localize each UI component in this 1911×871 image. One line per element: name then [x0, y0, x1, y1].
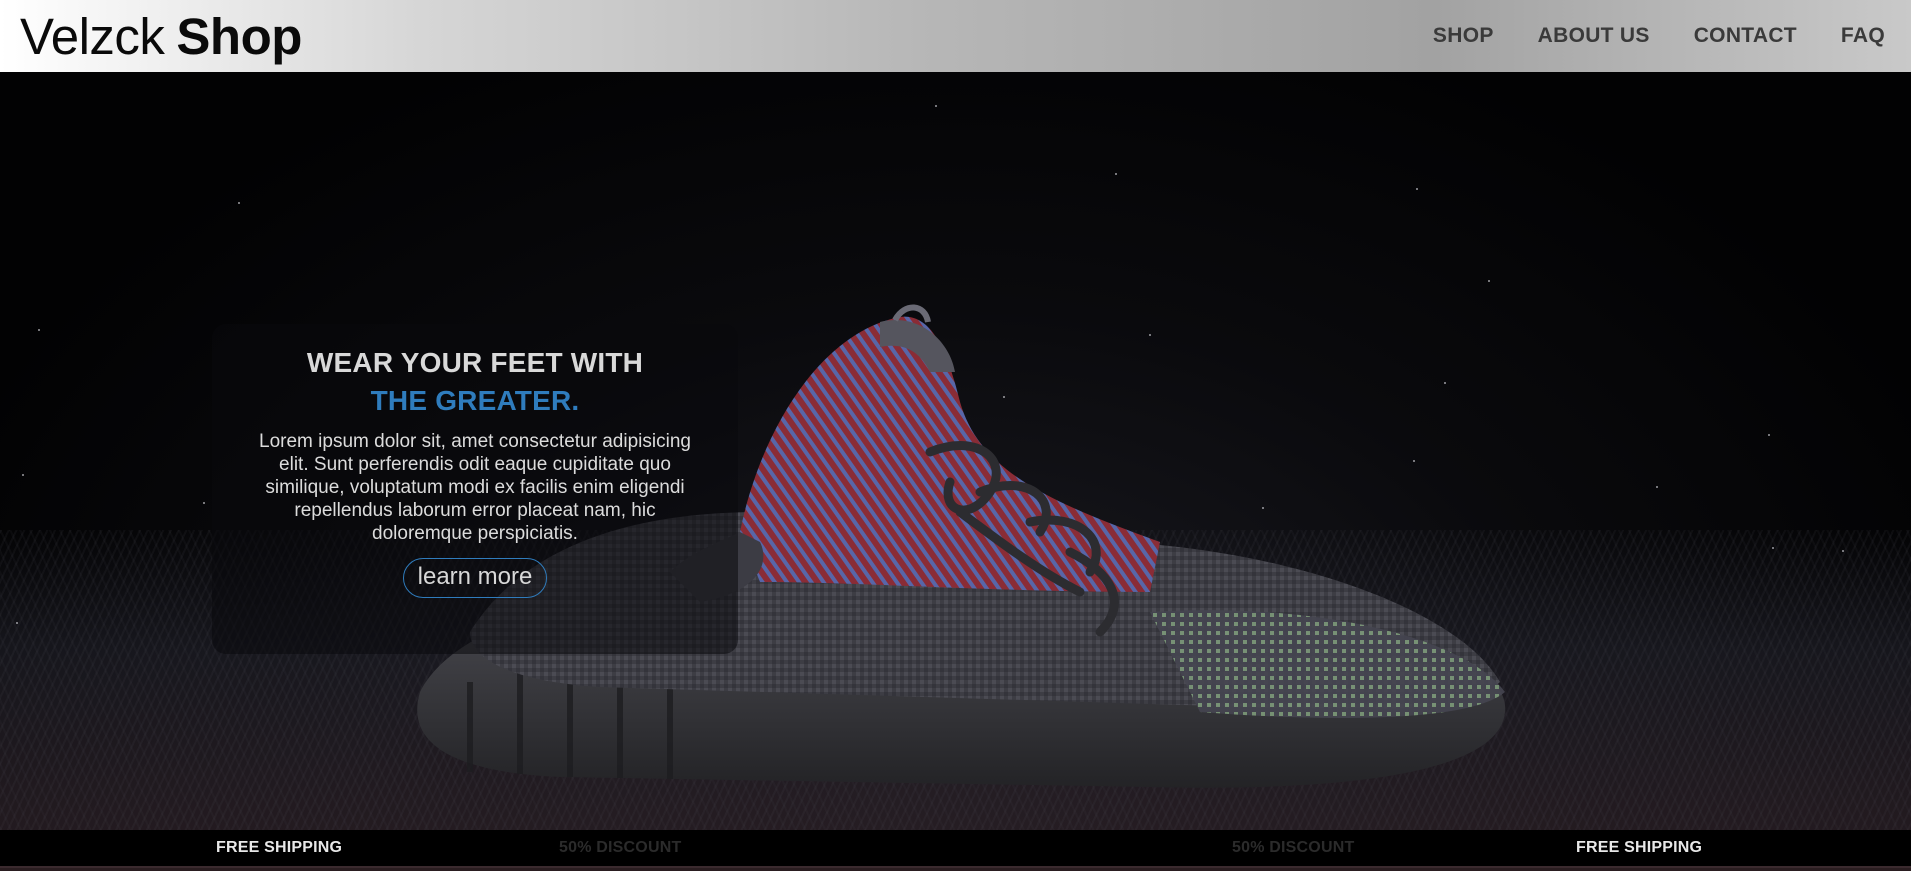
site-header: Velzck Shop SHOP ABOUT US CONTACT FAQ	[0, 0, 1911, 72]
ticker-item-free-shipping: FREE SHIPPING	[216, 839, 343, 856]
learn-more-button[interactable]: learn more	[402, 558, 548, 598]
hero-banner: WEAR YOUR FEET WITH THE GREATER. Lorem i…	[0, 72, 1911, 830]
hero-headline-line2: THE GREATER.	[370, 385, 580, 416]
hero-description: Lorem ipsum dolor sit, amet consectetur …	[259, 431, 691, 544]
nav-link-shop[interactable]: SHOP	[1433, 24, 1494, 48]
hero-headline-line1: WEAR YOUR FEET WITH	[306, 347, 644, 378]
ticker-item-free-shipping: FREE SHIPPING	[1576, 839, 1703, 856]
hero-promo-card: WEAR YOUR FEET WITH THE GREATER. Lorem i…	[212, 324, 738, 654]
logo-text-bold: Shop	[176, 7, 302, 65]
ticker-item-discount: 50% DISCOUNT	[1232, 839, 1355, 856]
site-logo[interactable]: Velzck Shop	[20, 11, 302, 62]
main-nav: SHOP ABOUT US CONTACT FAQ	[1433, 24, 1885, 48]
nav-link-faq[interactable]: FAQ	[1841, 24, 1885, 48]
logo-text-light: Velzck	[20, 7, 165, 65]
nav-link-about-us[interactable]: ABOUT US	[1538, 24, 1650, 48]
nav-link-contact[interactable]: CONTACT	[1694, 24, 1797, 48]
promo-ticker: FREE SHIPPING 50% DISCOUNT 50% DISCOUNT …	[0, 830, 1911, 868]
ticker-item-discount: 50% DISCOUNT	[559, 839, 682, 856]
